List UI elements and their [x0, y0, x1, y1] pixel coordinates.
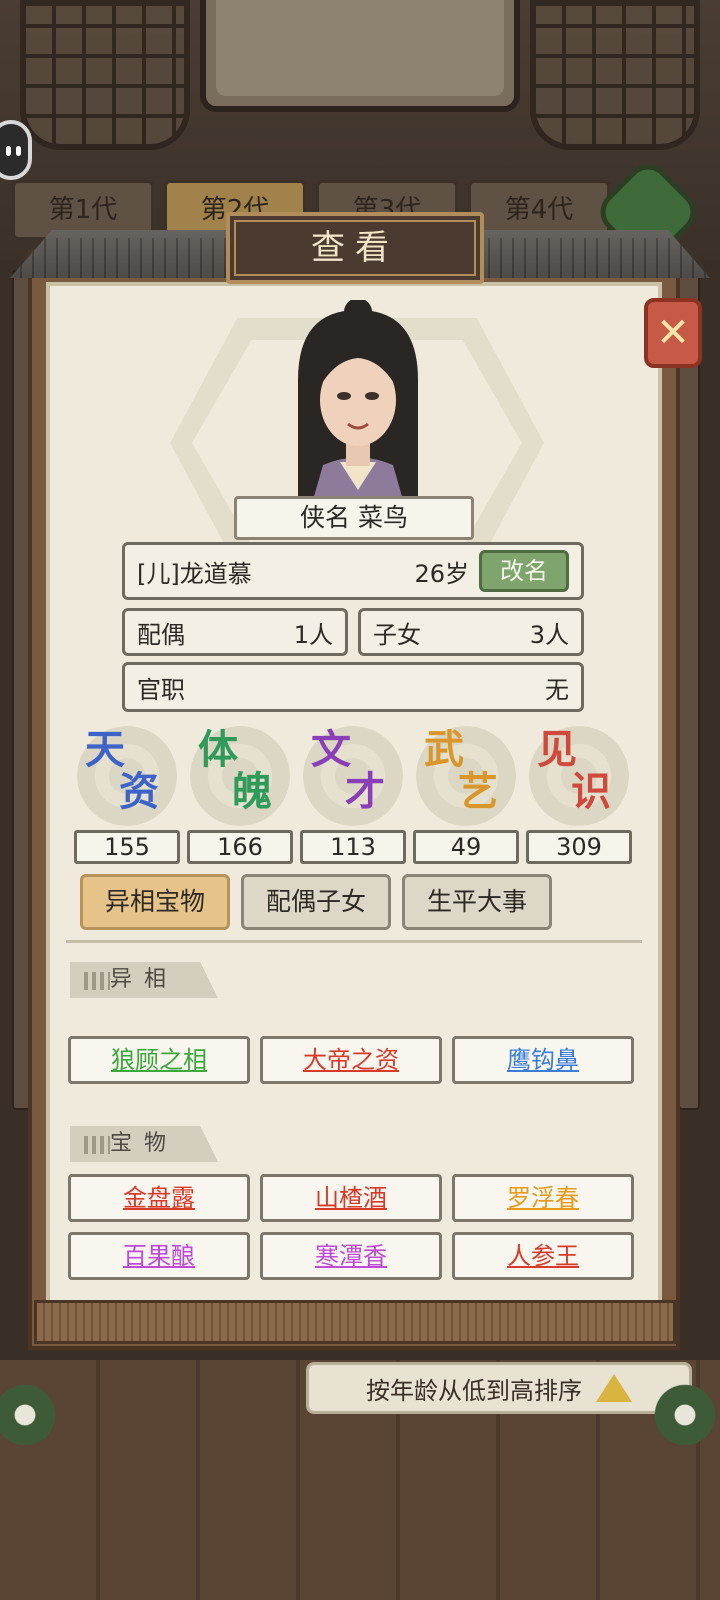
spouse-row: 配偶 1人 — [122, 608, 348, 656]
stat-aptitude-char-1: 天 — [85, 726, 125, 773]
stat-martial-char-1: 武 — [424, 726, 464, 773]
name-row: [儿]龙道慕 26岁 改名 — [122, 542, 584, 600]
stat-martial: 武 艺 49 — [413, 726, 519, 864]
office-label: 官职 — [137, 675, 185, 704]
children-value: 3人 — [529, 620, 569, 649]
office-row: 官职 无 — [122, 662, 584, 712]
tab-traits-treasures[interactable]: 异相宝物 — [80, 874, 230, 930]
character-age: 26岁 — [414, 559, 469, 588]
divider — [66, 940, 642, 943]
spouse-label: 配偶 — [137, 620, 185, 649]
trait-item[interactable]: 狼顾之相 — [68, 1036, 250, 1084]
character-name: [儿]龙道慕 — [137, 559, 252, 588]
treasure-item[interactable]: 百果酿 — [68, 1232, 250, 1280]
stat-aptitude-char-2: 资 — [119, 768, 159, 815]
close-button[interactable]: ✕ — [644, 298, 702, 368]
stat-literary-emblem: 文 才 — [303, 726, 403, 826]
stat-knowledge-char-1: 见 — [537, 726, 577, 773]
dialog-footer-rail — [34, 1300, 676, 1344]
stat-martial-char-2: 艺 — [458, 768, 498, 815]
stat-physique-value: 166 — [187, 830, 293, 864]
spouse-value: 1人 — [293, 620, 333, 649]
children-row: 子女 3人 — [358, 608, 584, 656]
treasure-item[interactable]: 人参王 — [452, 1232, 634, 1280]
stat-martial-value: 49 — [413, 830, 519, 864]
stat-knowledge-value: 309 — [526, 830, 632, 864]
treasure-item[interactable]: 寒潭香 — [260, 1232, 442, 1280]
stat-physique-char-1: 体 — [198, 726, 238, 773]
children-label: 子女 — [373, 620, 421, 649]
sort-order-button[interactable]: 按年龄从低到高排序 — [306, 1362, 692, 1414]
stat-knowledge: 见 识 309 — [526, 726, 632, 864]
stat-literary-char-2: 才 — [345, 768, 385, 815]
sort-order-label: 按年龄从低到高排序 — [366, 1376, 582, 1405]
sort-triangle-icon — [596, 1374, 632, 1402]
trait-item[interactable]: 大帝之资 — [260, 1036, 442, 1084]
close-icon: ✕ — [656, 310, 690, 356]
stat-martial-emblem: 武 艺 — [416, 726, 516, 826]
window-lattice-right — [530, 0, 700, 150]
rename-button[interactable]: 改名 — [479, 550, 569, 592]
treasure-item[interactable]: 罗浮春 — [452, 1174, 634, 1222]
chat-bubble-icon[interactable] — [0, 120, 32, 180]
stat-knowledge-emblem: 见 识 — [529, 726, 629, 826]
stat-physique-char-2: 魄 — [232, 768, 272, 815]
treasure-item[interactable]: 山楂酒 — [260, 1174, 442, 1222]
traits-section-title: 异相 — [70, 962, 218, 998]
tab-life-events[interactable]: 生平大事 — [402, 874, 552, 930]
treasures-section-title: 宝物 — [70, 1126, 218, 1162]
tab-spouse-children[interactable]: 配偶子女 — [241, 874, 391, 930]
background-list-edge-right — [678, 270, 700, 1110]
wall-painting — [200, 0, 520, 112]
flower-decoration-icon — [650, 1380, 720, 1450]
trait-item[interactable]: 鹰钩鼻 — [452, 1036, 634, 1084]
treasure-item[interactable]: 金盘露 — [68, 1174, 250, 1222]
window-lattice-left — [20, 0, 190, 150]
stat-aptitude-emblem: 天 资 — [77, 726, 177, 826]
stat-aptitude: 天 资 155 — [74, 726, 180, 864]
dialog-title: 查看 — [226, 212, 484, 284]
nickname-plate: 侠名 菜鸟 — [234, 496, 474, 540]
stat-physique-emblem: 体 魄 — [190, 726, 290, 826]
stat-literary-value: 113 — [300, 830, 406, 864]
stat-physique: 体 魄 166 — [187, 726, 293, 864]
stat-aptitude-value: 155 — [74, 830, 180, 864]
stat-literary-char-1: 文 — [311, 726, 351, 773]
office-value: 无 — [545, 675, 569, 704]
stat-knowledge-char-2: 识 — [571, 768, 611, 815]
stat-literary: 文 才 113 — [300, 726, 406, 864]
character-portrait — [298, 300, 418, 500]
